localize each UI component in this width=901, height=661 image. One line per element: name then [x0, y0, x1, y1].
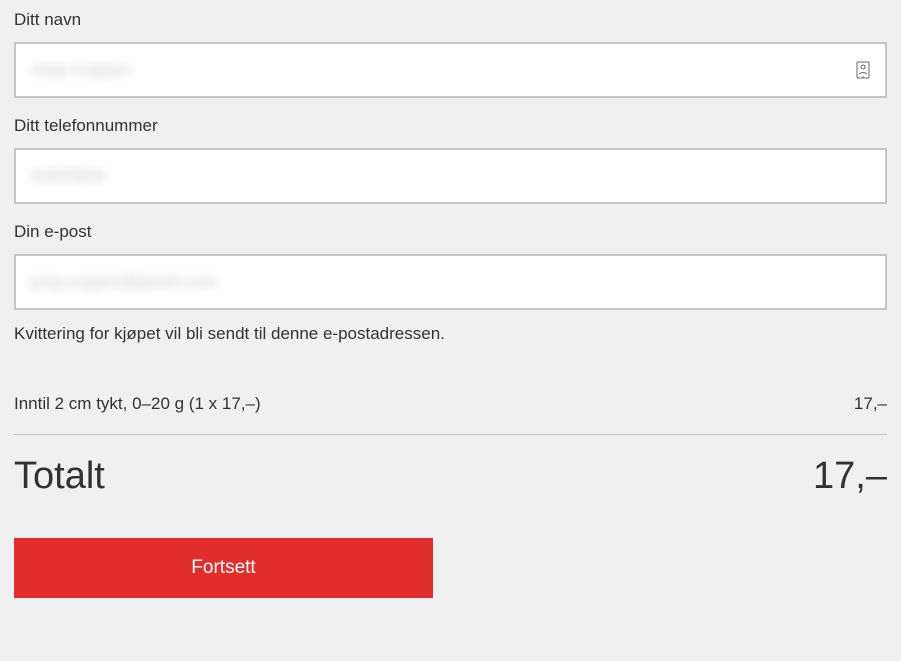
name-input-wrapper	[14, 42, 887, 98]
continue-button[interactable]: Fortsett	[14, 538, 433, 598]
order-line-item: Inntil 2 cm tykt, 0–20 g (1 x 17,–) 17,–	[14, 374, 887, 434]
email-helper-text: Kvittering for kjøpet vil bli sendt til …	[14, 324, 887, 344]
phone-field-group: Ditt telefonnummer	[14, 116, 887, 204]
contact-card-icon[interactable]	[855, 61, 871, 79]
total-row: Totalt 17,–	[14, 435, 887, 528]
total-value: 17,–	[813, 455, 887, 498]
email-input-wrapper	[14, 254, 887, 310]
line-item-description: Inntil 2 cm tykt, 0–20 g (1 x 17,–)	[14, 394, 261, 414]
email-label: Din e-post	[14, 222, 887, 242]
total-label: Totalt	[14, 455, 105, 498]
email-field-group: Din e-post Kvittering for kjøpet vil bli…	[14, 222, 887, 344]
phone-input-wrapper	[14, 148, 887, 204]
email-input[interactable]	[30, 256, 871, 308]
phone-label: Ditt telefonnummer	[14, 116, 887, 136]
name-field-group: Ditt navn	[14, 10, 887, 98]
name-label: Ditt navn	[14, 10, 887, 30]
phone-input[interactable]	[30, 150, 871, 202]
name-input[interactable]	[30, 44, 855, 96]
line-item-price: 17,–	[854, 394, 887, 414]
